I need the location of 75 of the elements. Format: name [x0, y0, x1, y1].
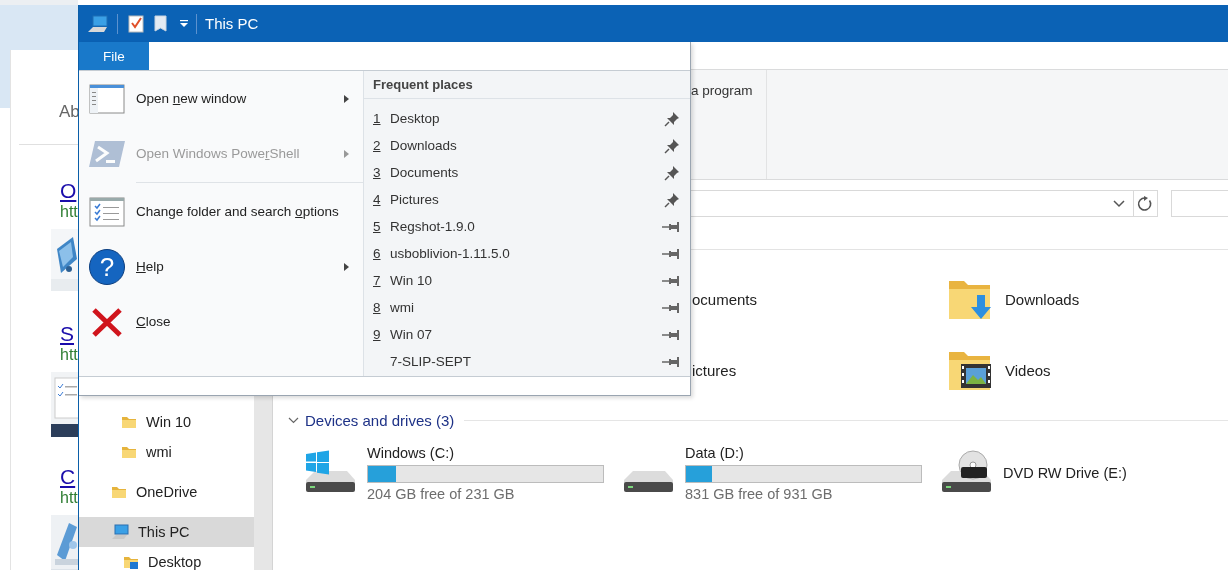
pin-icon[interactable]: [662, 248, 680, 259]
folder-name[interactable]: ictures: [692, 361, 737, 379]
window-icon: [89, 83, 125, 114]
pinned-icon[interactable]: [664, 191, 680, 208]
folder-icon: [121, 414, 137, 430]
result-link[interactable]: S: [49, 322, 74, 346]
computer-icon: [111, 524, 129, 540]
place-link[interactable]: usboblivion-1.11.5.0: [390, 246, 662, 261]
file-tab[interactable]: File: [79, 42, 149, 70]
item-number: 9: [373, 327, 382, 342]
item-number: 1: [373, 111, 382, 126]
drive-name[interactable]: DVD RW Drive (E:): [1003, 462, 1228, 483]
checklist-icon: [89, 196, 125, 227]
place-link[interactable]: 7-SLIP-SEPT: [390, 354, 662, 369]
result-url: htt: [59, 346, 78, 364]
window-title: This PC: [205, 15, 259, 32]
item-number: 5: [373, 219, 382, 234]
item-number: 8: [373, 300, 382, 315]
menu-item[interactable]: Change folder and search options: [79, 184, 363, 239]
folder-name[interactable]: Videos: [1005, 361, 1051, 379]
chevron-down-icon[interactable]: [1112, 199, 1125, 208]
result-url: htt: [59, 489, 78, 507]
hard-drive-icon: [624, 469, 674, 492]
ribbon-command[interactable]: a program: [691, 83, 753, 98]
place-link[interactable]: wmi: [390, 300, 662, 315]
pinned-icon[interactable]: [664, 110, 680, 127]
item-number: 6: [373, 246, 382, 261]
pin-icon[interactable]: [662, 356, 680, 367]
search-field[interactable]: [1170, 190, 1228, 217]
folder-icon: [121, 444, 137, 460]
nav-item[interactable]: OneDrive: [79, 477, 254, 507]
menu-item[interactable]: Open new window: [79, 71, 363, 126]
place-link[interactable]: Pictures: [390, 192, 664, 207]
desktop-folder-icon: [123, 554, 139, 570]
item-number: 4: [373, 192, 382, 207]
group-heading: Devices and drives (3): [305, 411, 455, 429]
folder-name[interactable]: Downloads: [1005, 290, 1080, 308]
nav-item[interactable]: This PC: [79, 517, 254, 547]
drive-name[interactable]: Windows (C:): [367, 443, 604, 463]
chevron-down-icon[interactable]: [288, 416, 299, 424]
place-link[interactable]: Desktop: [390, 111, 664, 126]
checklist-icon[interactable]: [128, 14, 144, 33]
result-url: htt: [59, 203, 78, 221]
result-link[interactable]: O: [49, 179, 77, 203]
item-number: 2: [373, 138, 382, 153]
section-heading: Frequent places: [373, 77, 473, 92]
item-number: 7: [373, 273, 382, 288]
close-icon: [91, 305, 123, 338]
place-link[interactable]: Win 10: [390, 273, 662, 288]
drive-name[interactable]: Data (D:): [685, 443, 922, 463]
pin-icon[interactable]: [662, 275, 680, 286]
help-icon: ?: [89, 248, 125, 285]
powershell-icon: [89, 139, 125, 168]
dropdown-caret-icon[interactable]: [180, 19, 188, 28]
result-link[interactable]: C: [49, 465, 76, 489]
pin-icon[interactable]: [662, 221, 680, 232]
nav-item[interactable]: wmi: [79, 437, 254, 467]
pinned-icon[interactable]: [664, 164, 680, 181]
place-link[interactable]: Downloads: [390, 138, 664, 153]
free-space: 204 GB free of 231 GB: [367, 486, 516, 502]
folder-icon: [111, 484, 127, 500]
folder-name[interactable]: ocuments: [692, 290, 758, 308]
place-link[interactable]: Regshot-1.9.0: [390, 219, 662, 234]
pinned-icon[interactable]: [664, 137, 680, 154]
place-link[interactable]: Win 07: [390, 327, 662, 342]
menu-item[interactable]: Close: [79, 294, 363, 349]
computer-icon[interactable]: [87, 14, 109, 33]
pin-icon[interactable]: [662, 329, 680, 340]
pin-icon[interactable]: [662, 302, 680, 313]
place-link[interactable]: Documents: [390, 165, 664, 180]
nav-item[interactable]: Desktop: [79, 547, 254, 570]
menu-item[interactable]: ? Help: [79, 239, 363, 294]
item-number: 3: [373, 165, 382, 180]
free-space: 831 GB free of 931 GB: [685, 486, 834, 502]
nav-item[interactable]: Win 10: [79, 407, 254, 437]
